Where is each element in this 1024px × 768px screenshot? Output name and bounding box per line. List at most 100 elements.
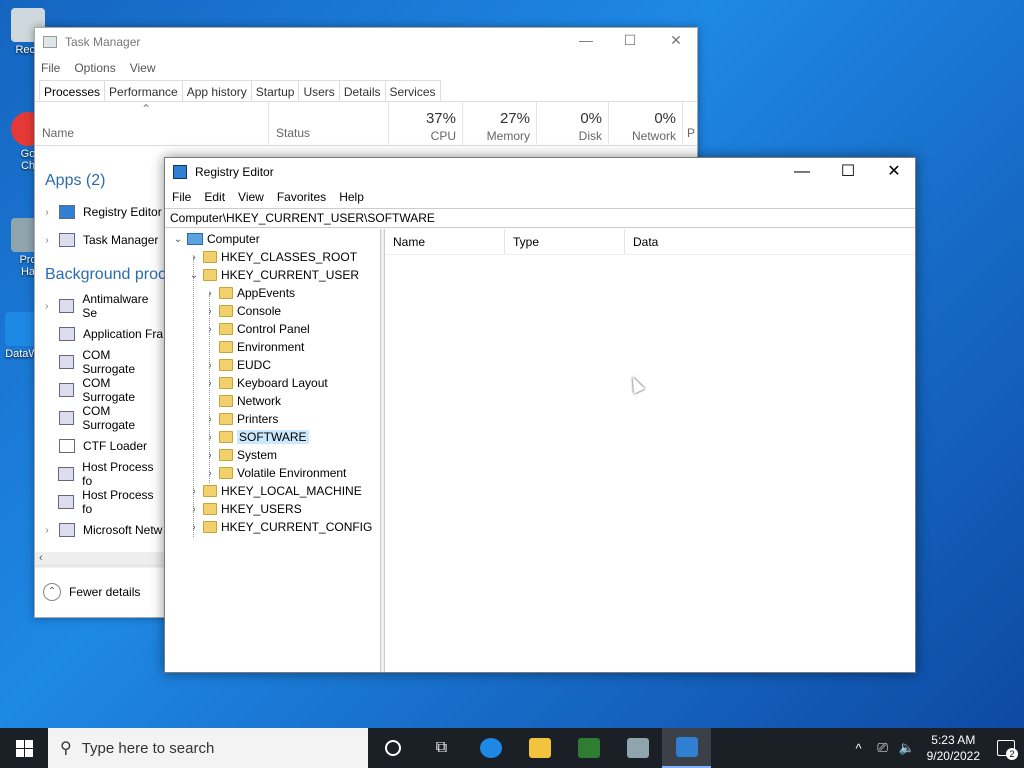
sort-chevron-up-icon[interactable]: ⌃ [141,102,151,116]
fewer-details-link[interactable]: Fewer details [69,585,140,599]
menu-options[interactable]: Options [74,61,115,75]
taskbar-app-file-explorer[interactable] [515,728,564,768]
expand-chevron-icon[interactable]: › [35,235,59,246]
tab-startup[interactable]: Startup [250,80,300,101]
process-row[interactable]: COM Surrogate [35,348,165,376]
chevron-up-icon[interactable]: ^ [847,741,871,756]
column-cpu[interactable]: 37% CPU [388,102,462,146]
menu-favorites[interactable]: Favorites [277,190,326,204]
chevron-right-icon[interactable]: › [187,486,201,497]
group-apps[interactable]: Apps (2) [45,172,105,190]
process-row[interactable]: › Antimalware Se [35,292,165,320]
column-network[interactable]: 0% Network [608,102,682,146]
cortana-button[interactable] [368,728,417,768]
taskbar-app-registry-editor[interactable] [662,728,711,768]
volume-icon[interactable]: 🔈 [895,740,919,756]
address-bar[interactable]: Computer\HKEY_CURRENT_USER\SOFTWARE [165,208,915,228]
tree-node-computer[interactable]: ⌄ Computer [171,230,260,248]
tree-node-console[interactable]: › Console [203,302,281,320]
column-status[interactable]: Status [268,102,388,146]
tree-node-environment[interactable]: Environment [203,338,304,356]
column-name[interactable]: Name [385,229,505,254]
group-background-processes[interactable]: Background proc [45,266,166,284]
tab-performance[interactable]: Performance [104,80,183,101]
tree-node-eudc[interactable]: › EUDC [203,356,271,374]
menu-help[interactable]: Help [339,190,364,204]
start-button[interactable] [0,728,48,768]
column-memory[interactable]: 27% Memory [462,102,536,146]
tab-users[interactable]: Users [298,80,340,101]
tree-node-system[interactable]: › System [203,446,277,464]
notification-center-button[interactable]: 2 [988,728,1024,768]
chevron-right-icon[interactable]: › [203,432,217,443]
chevron-up-circle-icon[interactable]: ⌃ [43,582,61,601]
chevron-right-icon[interactable]: › [187,504,201,515]
column-type[interactable]: Type [505,229,625,254]
process-row[interactable]: Host Process fo [35,488,165,516]
taskbar-clock[interactable]: 5:23 AM 9/20/2022 [919,732,988,764]
tab-processes[interactable]: Processes [39,80,106,101]
column-data[interactable]: Data [625,229,913,254]
process-row[interactable]: › Microsoft Netw [35,516,165,544]
tree-node-hkey-current-config[interactable]: › HKEY_CURRENT_CONFIG [187,518,372,536]
chevron-right-icon[interactable]: › [203,306,217,317]
column-name[interactable]: Name [42,126,74,140]
registry-editor-titlebar[interactable]: Registry Editor — ☐ ✕ [165,158,915,186]
chevron-right-icon[interactable]: › [203,360,217,371]
process-row-task-manager[interactable]: › Task Manager [35,226,165,254]
close-button[interactable]: ✕ [871,160,917,184]
chevron-right-icon[interactable]: › [203,450,217,461]
chevron-right-icon[interactable]: › [187,252,201,263]
tree-node-volatile-environment[interactable]: › Volatile Environment [203,464,346,482]
tab-app-history[interactable]: App history [181,80,252,101]
menu-file[interactable]: File [172,190,191,204]
chevron-right-icon[interactable]: › [203,414,217,425]
taskbar-app-store[interactable] [564,728,613,768]
menu-view[interactable]: View [238,190,264,204]
chevron-right-icon[interactable]: › [187,522,201,533]
minimize-button[interactable]: — [563,32,609,52]
process-row[interactable]: Host Process fo [35,460,165,488]
registry-tree[interactable]: ⌄ Computer › HKEY_CLASSES_ROOT ⌄ HKEY_CU… [165,229,381,672]
process-row[interactable]: Application Fra [35,320,165,348]
process-row[interactable]: COM Surrogate [35,376,165,404]
expand-chevron-icon[interactable]: › [35,525,59,536]
maximize-button[interactable]: ☐ [607,32,653,52]
tree-node-control-panel[interactable]: › Control Panel [203,320,309,338]
close-button[interactable]: ✕ [653,32,699,52]
values-list[interactable]: Name Type Data [385,229,915,672]
chevron-right-icon[interactable]: › [203,288,217,299]
chevron-right-icon[interactable]: › [203,324,217,335]
tree-node-hkey-classes-root[interactable]: › HKEY_CLASSES_ROOT [187,248,357,266]
process-row-registry-editor[interactable]: › Registry Editor [35,198,165,226]
registry-editor-window[interactable]: Registry Editor — ☐ ✕ File Edit View Fav… [164,157,916,673]
chevron-down-icon[interactable]: ⌄ [187,270,201,281]
task-manager-titlebar[interactable]: Task Manager — ☐ ✕ [35,28,697,56]
chevron-right-icon[interactable]: › [203,378,217,389]
scroll-left-icon[interactable]: ‹ [39,552,43,564]
tree-node-printers[interactable]: › Printers [203,410,278,428]
tab-details[interactable]: Details [338,80,386,101]
chevron-right-icon[interactable]: › [203,468,217,479]
task-view-button[interactable]: ⧉ [417,728,466,768]
tree-node-software[interactable]: › SOFTWARE [203,428,309,446]
tree-node-keyboard-layout[interactable]: › Keyboard Layout [203,374,327,392]
minimize-button[interactable]: — [779,160,825,184]
taskbar-search-box[interactable]: ⚲ Type here to search [48,728,368,768]
maximize-button[interactable]: ☐ [825,160,871,184]
column-power[interactable]: P [682,102,698,146]
expand-chevron-icon[interactable]: › [35,207,59,218]
taskbar-app-task-manager[interactable] [613,728,662,768]
tree-node-hkey-local-machine[interactable]: › HKEY_LOCAL_MACHINE [187,482,361,500]
expand-chevron-icon[interactable]: › [35,301,59,312]
tree-node-appevents[interactable]: › AppEvents [203,284,295,302]
process-row[interactable]: COM Surrogate [35,404,165,432]
tree-node-hkey-users[interactable]: › HKEY_USERS [187,500,301,518]
network-icon[interactable]: ⎚ [871,740,895,756]
menu-view[interactable]: View [130,61,156,75]
menu-file[interactable]: File [41,61,60,75]
chevron-down-icon[interactable]: ⌄ [171,234,185,245]
tree-node-network[interactable]: Network [203,392,281,410]
menu-edit[interactable]: Edit [204,190,225,204]
process-row[interactable]: CTF Loader [35,432,165,460]
